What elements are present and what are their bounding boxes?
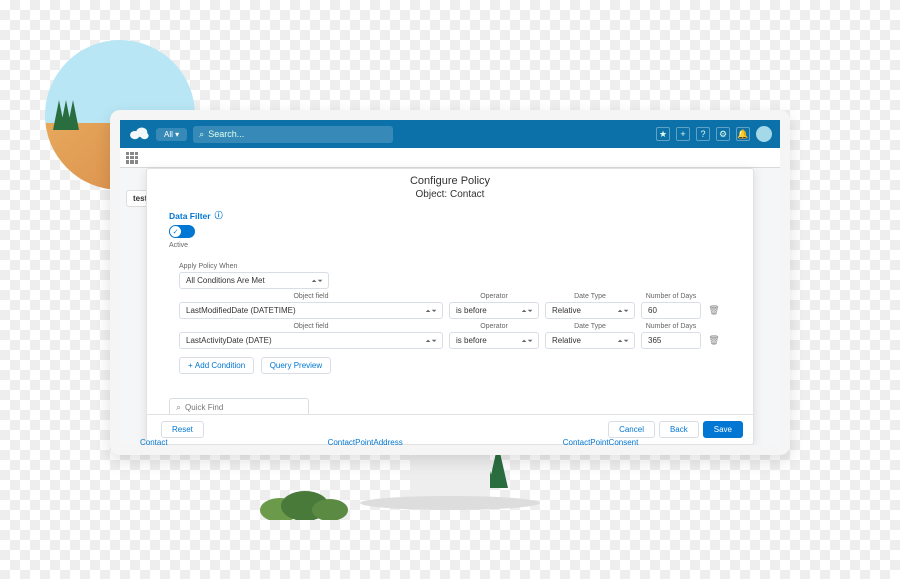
- global-search[interactable]: ⌕ Search...: [193, 126, 393, 143]
- link-contactpointconsent[interactable]: ContactPointConsent: [563, 438, 639, 447]
- modal-body: Data Filter ⓘ ✓ Active Apply Policy When…: [147, 206, 753, 414]
- app-launcher-icon[interactable]: [126, 152, 138, 164]
- filter-conditions-box: Apply Policy When All Conditions Are Met…: [169, 255, 731, 382]
- modal-subtitle: Object: Contact: [147, 189, 753, 206]
- page-canvas: test Configure Policy Object: Contact Da…: [120, 168, 780, 445]
- help-icon[interactable]: ?: [696, 127, 710, 141]
- chevron-updown-icon: ▲▼: [520, 338, 532, 343]
- col-header-datetype: Date Type: [545, 293, 635, 300]
- col-header-operator: Operator: [449, 293, 539, 300]
- modal-title: Configure Policy: [147, 169, 753, 189]
- apply-when-select[interactable]: All Conditions Are Met▲▼: [179, 272, 329, 289]
- col-header-operator: Operator: [449, 323, 539, 330]
- apply-when-label: Apply Policy When: [179, 263, 721, 270]
- chevron-updown-icon: ▲▼: [424, 338, 436, 343]
- datetype-select[interactable]: Relative▲▼: [545, 332, 635, 349]
- field-select[interactable]: LastModifiedDate (DATETIME)▲▼: [179, 302, 443, 319]
- chevron-updown-icon: ▲▼: [616, 308, 628, 313]
- add-condition-button[interactable]: + Add Condition: [179, 357, 254, 374]
- monitor-base: [360, 496, 540, 510]
- reset-button[interactable]: Reset: [161, 421, 204, 438]
- col-header-days: Number of Days: [641, 323, 701, 330]
- condition-row: Object field LastModifiedDate (DATETIME)…: [179, 293, 721, 319]
- toggle-caption: Active: [169, 242, 731, 249]
- query-preview-button[interactable]: Query Preview: [261, 357, 331, 374]
- back-button[interactable]: Back: [659, 421, 699, 438]
- monitor-frame: All ▾ ⌕ Search... ★ + ? ⚙ 🔔 test Configu…: [110, 110, 790, 455]
- search-placeholder: Search...: [208, 129, 244, 139]
- datetype-select[interactable]: Relative▲▼: [545, 302, 635, 319]
- setup-gear-icon[interactable]: ⚙: [716, 127, 730, 141]
- chevron-updown-icon: ▲▼: [520, 308, 532, 313]
- condition-row: Object field LastActivityDate (DATE)▲▼ O…: [179, 323, 721, 349]
- chevron-updown-icon: ▲▼: [424, 308, 436, 313]
- field-select[interactable]: LastActivityDate (DATE)▲▼: [179, 332, 443, 349]
- notification-bell-icon[interactable]: 🔔: [736, 127, 750, 141]
- nav-tabs-bar: [120, 148, 780, 168]
- col-header-datetype: Date Type: [545, 323, 635, 330]
- delete-row-icon[interactable]: 🗑: [707, 331, 721, 349]
- bottom-object-links: Contact ContactPointAddress ContactPoint…: [140, 438, 760, 447]
- global-header: All ▾ ⌕ Search... ★ + ? ⚙ 🔔: [120, 120, 780, 148]
- search-icon: ⌕: [176, 402, 181, 413]
- bush-decoration: [260, 480, 350, 520]
- active-toggle[interactable]: ✓: [169, 225, 195, 238]
- chevron-updown-icon: ▲▼: [616, 338, 628, 343]
- favorite-icon[interactable]: ★: [656, 127, 670, 141]
- col-header-field: Object field: [179, 323, 443, 330]
- configure-policy-modal: Configure Policy Object: Contact Data Fi…: [146, 168, 754, 445]
- cancel-button[interactable]: Cancel: [608, 421, 655, 438]
- col-header-field: Object field: [179, 293, 443, 300]
- save-button[interactable]: Save: [703, 421, 743, 438]
- days-input[interactable]: 365: [641, 332, 701, 349]
- check-icon: ✓: [170, 226, 181, 237]
- data-filter-section-label: Data Filter ⓘ: [169, 210, 731, 221]
- link-contact[interactable]: Contact: [140, 438, 168, 447]
- days-input[interactable]: 60: [641, 302, 701, 319]
- app-root: All ▾ ⌕ Search... ★ + ? ⚙ 🔔 test Configu…: [120, 120, 780, 445]
- header-utility-icons: ★ + ? ⚙ 🔔: [656, 126, 772, 142]
- user-avatar[interactable]: [756, 126, 772, 142]
- add-icon[interactable]: +: [676, 127, 690, 141]
- operator-select[interactable]: is before▲▼: [449, 332, 539, 349]
- salesforce-logo-icon: [128, 125, 150, 143]
- link-contactpointaddress[interactable]: ContactPointAddress: [328, 438, 403, 447]
- delete-row-icon[interactable]: 🗑: [707, 301, 721, 319]
- scope-dropdown[interactable]: All ▾: [156, 128, 187, 141]
- col-header-days: Number of Days: [641, 293, 701, 300]
- operator-select[interactable]: is before▲▼: [449, 302, 539, 319]
- search-icon: ⌕: [199, 129, 204, 140]
- quick-find-input[interactable]: ⌕: [169, 398, 309, 414]
- info-icon[interactable]: ⓘ: [215, 210, 223, 221]
- plus-icon: +: [188, 361, 195, 370]
- chevron-updown-icon: ▲▼: [310, 278, 322, 283]
